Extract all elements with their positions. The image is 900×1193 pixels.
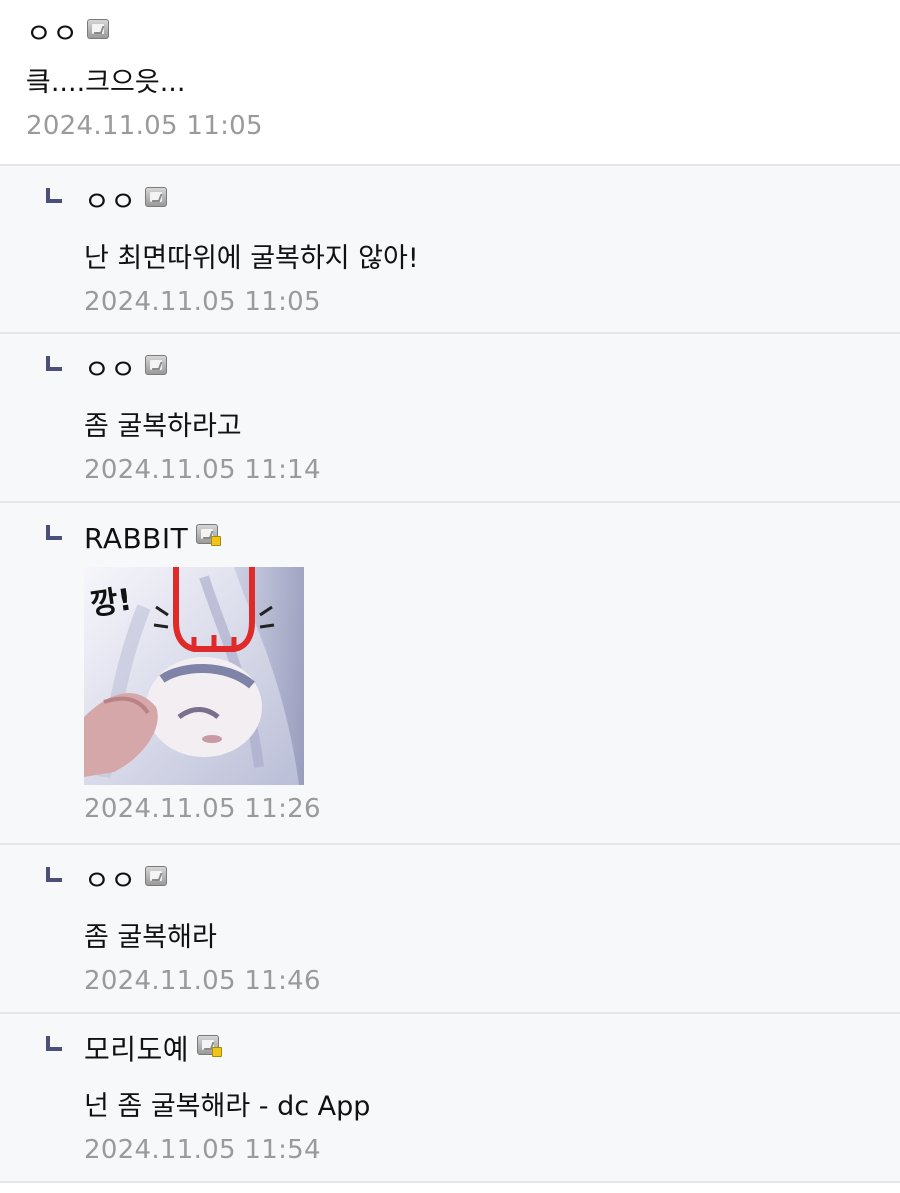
reply-arrow-icon	[46, 356, 62, 372]
reply-arrow-icon	[46, 867, 62, 883]
comment-author-row: 모리도예	[84, 1030, 900, 1070]
comment-author[interactable]: RABBIT	[84, 519, 188, 559]
gallery-icon	[144, 187, 167, 207]
comment-text: 좀 굴복하라고	[84, 411, 242, 442]
comment-author-row: ㅇㅇ	[84, 182, 900, 222]
sticker-illustration: 깡!	[84, 567, 304, 785]
sticker-text: 깡!	[88, 583, 134, 623]
comment-author[interactable]: ㅇㅇ	[84, 861, 137, 901]
sticker-image[interactable]: 깡!	[84, 567, 304, 785]
comment-author[interactable]: ㅇㅇ	[84, 182, 137, 222]
comment-text: 넌 좀 굴복해라 - dc App	[84, 1091, 371, 1122]
gallery-icon	[86, 19, 109, 39]
reply-arrow-icon	[46, 525, 62, 541]
gallery-icon	[144, 866, 167, 886]
comment-date: 2024.11.05 11:54	[84, 1135, 321, 1165]
comment-author[interactable]: 모리도예	[84, 1030, 189, 1070]
reply-item: RABBIT 깡! 2024.11.05 11:26	[0, 503, 900, 845]
comment-date: 2024.11.05 11:05	[84, 287, 321, 317]
comment-date: 2024.11.05 11:05	[26, 111, 263, 141]
fixed-gallery-icon	[197, 1035, 223, 1057]
comment-thread: ㅇㅇ 킄....크으읏... 2024.11.05 11:05 ㅇㅇ 난 최면따…	[0, 0, 900, 1183]
comment-text: 난 최면따위에 굴복하지 않아!	[84, 243, 419, 274]
comment-author-row: ㅇㅇ	[84, 861, 900, 901]
reply-arrow-icon	[46, 188, 62, 204]
comment-text: 좀 굴복해라	[84, 922, 217, 953]
comment-author[interactable]: ㅇㅇ	[26, 14, 79, 54]
reply-item: ㅇㅇ 좀 굴복하라고 2024.11.05 11:14	[0, 334, 900, 503]
comment-date: 2024.11.05 11:46	[84, 966, 321, 996]
comment-author-row: ㅇㅇ	[84, 350, 900, 390]
comment-item: ㅇㅇ 킄....크으읏... 2024.11.05 11:05	[0, 0, 900, 166]
comment-author[interactable]: ㅇㅇ	[84, 350, 137, 390]
comment-text: 킄....크으읏...	[26, 67, 186, 98]
fixed-gallery-icon	[196, 524, 222, 546]
reply-item: ㅇㅇ 좀 굴복해라 2024.11.05 11:46	[0, 845, 900, 1014]
reply-arrow-icon	[46, 1036, 62, 1052]
comment-date: 2024.11.05 11:26	[84, 794, 321, 824]
comment-author-row: ㅇㅇ	[26, 14, 900, 54]
reply-item: 모리도예 넌 좀 굴복해라 - dc App 2024.11.05 11:54	[0, 1014, 900, 1183]
gallery-icon	[144, 355, 167, 375]
comment-date: 2024.11.05 11:14	[84, 455, 321, 485]
comment-author-row: RABBIT	[84, 519, 900, 559]
reply-item: ㅇㅇ 난 최면따위에 굴복하지 않아! 2024.11.05 11:05	[0, 166, 900, 334]
